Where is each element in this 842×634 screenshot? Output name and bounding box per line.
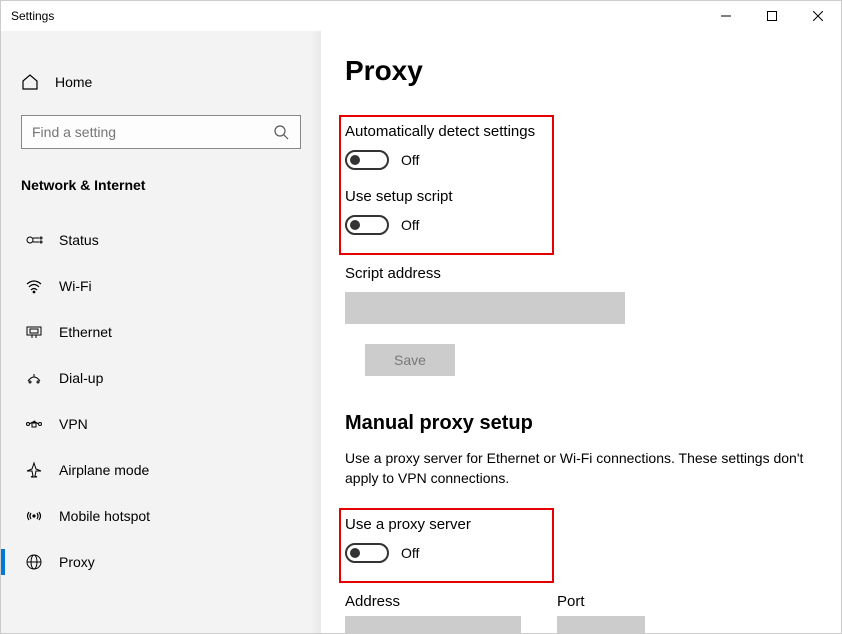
sidebar-item-ethernet[interactable]: Ethernet [21, 309, 301, 355]
close-button[interactable] [795, 1, 841, 31]
setup-script-label: Use setup script [345, 188, 548, 205]
setup-script-toggle-row: Off [345, 215, 548, 235]
sidebar-item-label: Dial-up [59, 370, 103, 386]
sidebar-item-label: Airplane mode [59, 462, 149, 478]
window-title: Settings [11, 9, 54, 23]
sidebar-item-wifi[interactable]: Wi-Fi [21, 263, 301, 309]
address-input[interactable] [345, 616, 521, 633]
maximize-button[interactable] [749, 1, 795, 31]
sidebar-item-airplane[interactable]: Airplane mode [21, 447, 301, 493]
proxy-icon [25, 553, 43, 571]
script-address-input[interactable] [345, 292, 625, 324]
sidebar-item-status[interactable]: Status [21, 217, 301, 263]
titlebar: Settings [1, 1, 841, 31]
home-nav[interactable]: Home [21, 57, 301, 107]
minimize-button[interactable] [703, 1, 749, 31]
manual-section-desc: Use a proxy server for Ethernet or Wi-Fi… [345, 449, 805, 488]
sidebar-item-label: VPN [59, 416, 88, 432]
auto-detect-label: Automatically detect settings [345, 123, 548, 140]
auto-detect-toggle-row: Off [345, 150, 548, 170]
sidebar-item-label: Ethernet [59, 324, 112, 340]
status-icon [25, 231, 43, 249]
wifi-icon [25, 277, 43, 295]
port-input[interactable] [557, 616, 645, 633]
setup-script-toggle[interactable] [345, 215, 389, 235]
ethernet-icon [25, 323, 43, 341]
use-proxy-label: Use a proxy server [345, 516, 548, 533]
highlight-box-manual: Use a proxy server Off [339, 508, 554, 583]
category-title: Network & Internet [21, 177, 301, 193]
sidebar-item-hotspot[interactable]: Mobile hotspot [21, 493, 301, 539]
page-title: Proxy [345, 55, 817, 87]
auto-detect-state: Off [401, 152, 419, 168]
vpn-icon [25, 415, 43, 433]
use-proxy-toggle-row: Off [345, 543, 548, 563]
save-button: Save [365, 344, 455, 376]
sidebar-item-label: Mobile hotspot [59, 508, 150, 524]
home-label: Home [55, 74, 92, 90]
sidebar-item-label: Wi-Fi [59, 278, 92, 294]
sidebar-item-vpn[interactable]: VPN [21, 401, 301, 447]
auto-detect-toggle[interactable] [345, 150, 389, 170]
sidebar: Home Network & Internet Status Wi-Fi [1, 31, 321, 633]
sidebar-item-label: Status [59, 232, 99, 248]
sidebar-item-label: Proxy [59, 554, 95, 570]
address-port-row: Address Port [345, 593, 817, 633]
script-address-label: Script address [345, 265, 817, 282]
dialup-icon [25, 369, 43, 387]
manual-section-title: Manual proxy setup [345, 412, 817, 435]
hotspot-icon [25, 507, 43, 525]
titlebar-controls [703, 1, 841, 31]
highlight-box-auto: Automatically detect settings Off Use se… [339, 115, 554, 255]
main-content: Proxy Automatically detect settings Off … [321, 31, 841, 633]
airplane-icon [25, 461, 43, 479]
home-icon [21, 73, 39, 91]
sidebar-item-dialup[interactable]: Dial-up [21, 355, 301, 401]
address-label: Address [345, 593, 521, 610]
search-input[interactable] [32, 124, 272, 140]
setup-script-state: Off [401, 217, 419, 233]
search-icon [272, 123, 290, 141]
use-proxy-toggle[interactable] [345, 543, 389, 563]
port-label: Port [557, 593, 645, 610]
search-box[interactable] [21, 115, 301, 149]
use-proxy-state: Off [401, 545, 419, 561]
sidebar-item-proxy[interactable]: Proxy [21, 539, 301, 585]
